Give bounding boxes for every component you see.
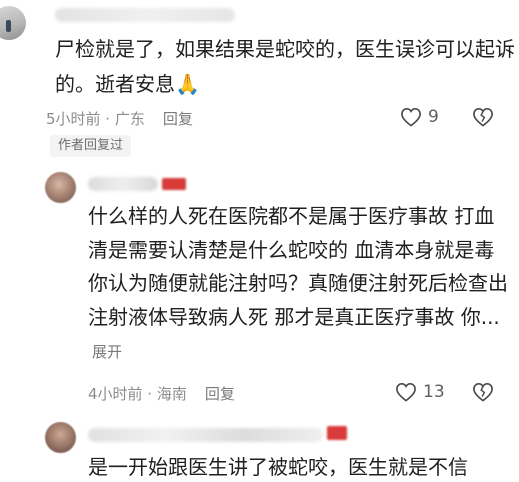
reply-text: 什么样的人死在医院都不是属于医疗事故 打血清是需要认清楚是什么蛇咬的 血清本身就… [88, 200, 508, 370]
reply2-text: 是一开始跟医生讲了被蛇咬，医生就是不信 [88, 455, 468, 479]
commenter-name-blurred[interactable] [55, 8, 235, 22]
reply2-avatar[interactable] [45, 422, 76, 453]
expand-link[interactable]: 展开 [92, 343, 122, 361]
commenter-avatar[interactable] [0, 6, 26, 40]
heart-icon [396, 382, 416, 402]
reply-avatar[interactable] [45, 172, 76, 203]
comment-time-location: 5小时前 · 广东 [46, 110, 145, 128]
like-button[interactable]: 9 [400, 107, 439, 127]
author-replied-tag: 作者回复过 [50, 135, 132, 157]
broken-heart-icon [473, 107, 493, 127]
reply-text-body: 什么样的人死在医院都不是属于医疗事故 打血清是需要认清楚是什么蛇咬的 血清本身就… [88, 204, 508, 329]
reply2-badge [327, 426, 347, 440]
reply-meta: 4小时前 · 海南 回复 [88, 383, 235, 404]
dislike-button[interactable] [472, 107, 494, 131]
reply-button[interactable]: 回复 [163, 108, 193, 129]
reply-like-button[interactable]: 13 [395, 382, 445, 402]
reply-dislike-button[interactable] [472, 382, 494, 406]
heart-icon [401, 107, 421, 127]
broken-heart-icon [473, 382, 493, 402]
reply-badge [162, 178, 186, 190]
comment-text: 尸检就是了，如果结果是蛇咬的，医生误诊可以起诉的。逝者安息🙏 [55, 37, 515, 96]
like-count: 9 [428, 107, 439, 127]
reply-reply-button[interactable]: 回复 [205, 383, 235, 404]
reply2-name-blurred[interactable] [88, 428, 323, 442]
reply-time-location: 4小时前 · 海南 [88, 385, 187, 403]
reply-like-count: 13 [423, 382, 445, 402]
reply-name-blurred[interactable] [88, 177, 158, 191]
comment-meta: 5小时前 · 广东 回复 [46, 108, 193, 129]
